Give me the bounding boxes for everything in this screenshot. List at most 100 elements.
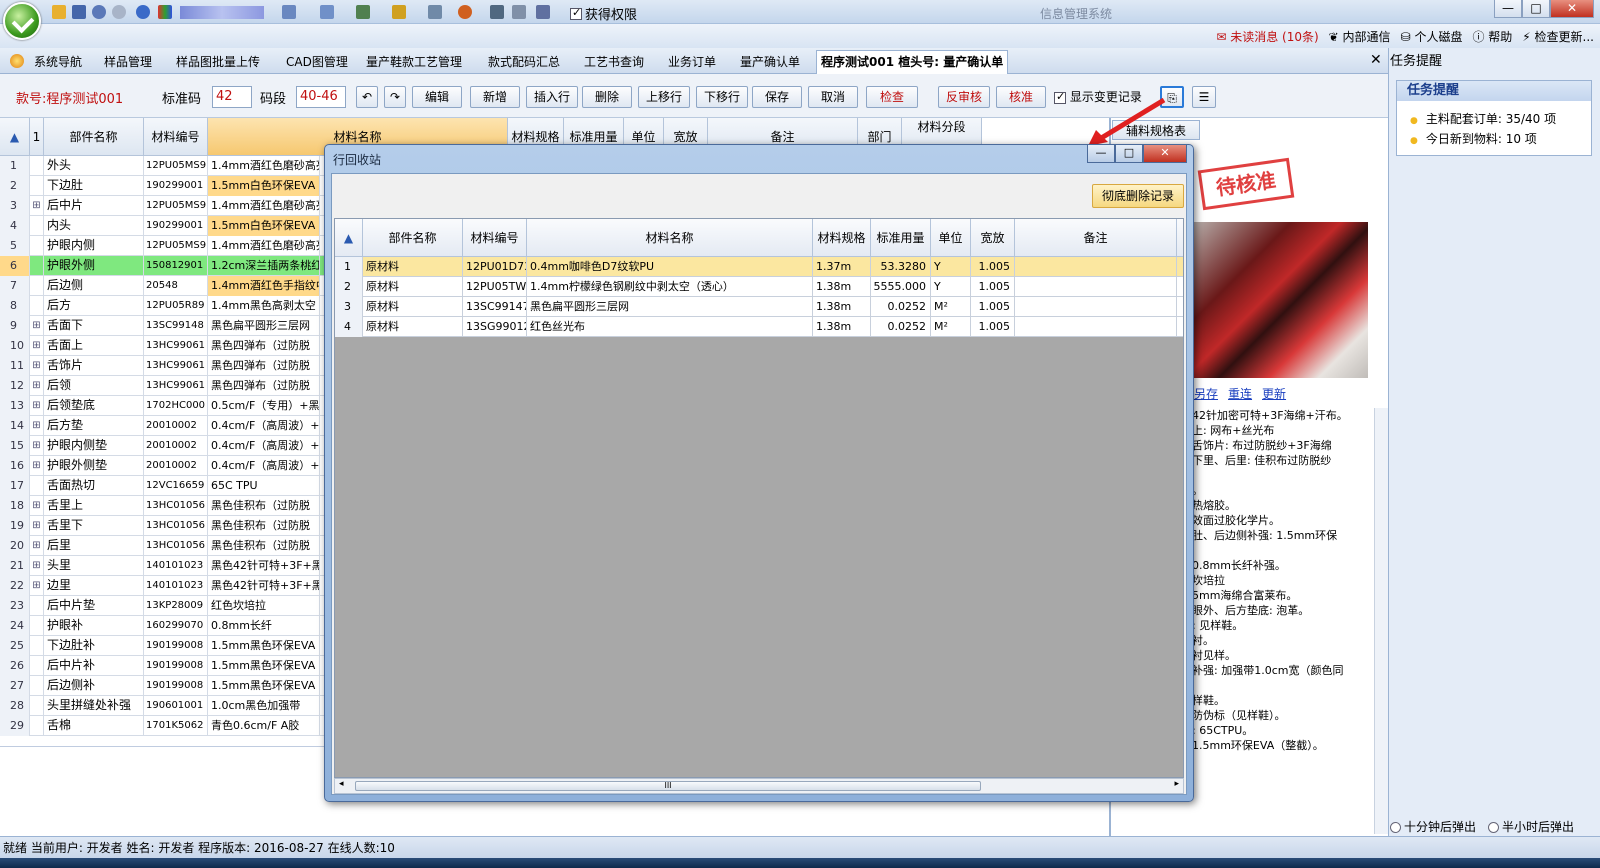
material-name-cell[interactable]: 黑色四弹布（过防脱	[208, 356, 320, 376]
tab-size-summary[interactable]: 款式配码汇总	[484, 51, 564, 73]
part-name-cell[interactable]: 下边肚补	[44, 636, 144, 656]
dlg-material-header[interactable]: 材料名称	[527, 219, 813, 257]
tab-cad[interactable]: CAD图管理	[282, 51, 352, 73]
refresh-link[interactable]: 更新	[1262, 385, 1286, 402]
standard-size-input[interactable]: 42	[212, 86, 252, 108]
spec-cell[interactable]: 1.38m	[813, 317, 871, 337]
personal-disk-link[interactable]: ⛁ 个人磁盘	[1401, 28, 1463, 45]
part-name-cell[interactable]: 护眼内侧	[44, 236, 144, 256]
select-all-header[interactable]: ▲	[0, 118, 30, 156]
expand-icon[interactable]	[30, 656, 44, 676]
task-box-title[interactable]: 任务提醒	[1397, 81, 1591, 101]
expand-icon[interactable]	[30, 476, 44, 496]
dlg-code-header[interactable]: 材料编号	[463, 219, 527, 257]
part-name-cell[interactable]: 后里	[44, 536, 144, 556]
material-name-cell[interactable]: 1.5mm黑色环保EVA	[208, 676, 320, 696]
material-name-cell[interactable]: 1.5mm黑色环保EVA	[208, 656, 320, 676]
expand-icon[interactable]	[30, 636, 44, 656]
move-down-button[interactable]: 下移行	[696, 86, 748, 108]
popup-10min-option[interactable]: 十分钟后弹出	[1390, 818, 1476, 835]
permission-checkbox[interactable]	[570, 6, 582, 20]
material-code-cell[interactable]: 190199008	[144, 656, 208, 676]
material-name-cell[interactable]: 0.8mm长纤	[208, 616, 320, 636]
row-number[interactable]: 24	[0, 616, 30, 636]
row-number[interactable]: 5	[0, 236, 30, 256]
material-name-cell[interactable]: 1.5mm白色环保EVA	[208, 216, 320, 236]
approve-button[interactable]: 核准	[996, 86, 1046, 108]
row-number[interactable]: 23	[0, 596, 30, 616]
scroll-right-icon[interactable]: ▸	[1174, 779, 1179, 789]
radio-30min[interactable]	[1488, 822, 1500, 833]
row-number[interactable]: 4	[0, 216, 30, 236]
dlg-allowance-header[interactable]: 宽放	[971, 219, 1015, 257]
material-code-cell[interactable]: 13HC01056	[144, 496, 208, 516]
material-code-cell[interactable]: 1701K5062	[144, 716, 208, 736]
material-code-cell[interactable]: 13SG99012	[463, 317, 527, 337]
unit-cell[interactable]: Y	[931, 277, 971, 297]
row-number[interactable]: 27	[0, 676, 30, 696]
expand-icon[interactable]: ⊞	[30, 556, 44, 576]
apps-icon[interactable]	[158, 5, 172, 19]
tab-batch-upload[interactable]: 样品图批量上传	[172, 51, 264, 73]
internal-comm-link[interactable]: ❦ 内部通信	[1329, 28, 1391, 45]
save-icon[interactable]	[72, 5, 86, 19]
scroll-thumb[interactable]: III	[355, 781, 981, 791]
show-changes-checkbox[interactable]	[1054, 90, 1066, 104]
expand-icon[interactable]: ⊞	[30, 336, 44, 356]
row-number[interactable]: 20	[0, 536, 30, 556]
calculator-icon[interactable]	[490, 5, 504, 19]
tab-program-test[interactable]: 程序测试001 楦头号: 量产确认单	[816, 50, 1009, 74]
tab-system-nav[interactable]: 系统导航	[30, 51, 86, 73]
expand-icon[interactable]: ⊞	[30, 416, 44, 436]
material-code-cell[interactable]: 20010002	[144, 416, 208, 436]
row-number[interactable]: 25	[0, 636, 30, 656]
expand-icon[interactable]	[30, 216, 44, 236]
allowance-cell[interactable]: 1.005	[971, 257, 1015, 277]
purge-records-button[interactable]: 彻底删除记录	[1092, 184, 1184, 208]
part-name-cell[interactable]: 护眼内侧垫	[44, 436, 144, 456]
row-number[interactable]: 18	[0, 496, 30, 516]
material-code-cell[interactable]: 12PU05TW9	[463, 277, 527, 297]
row-number[interactable]: 26	[0, 656, 30, 676]
material-name-cell[interactable]: 黑色42针可特+3F+黑	[208, 556, 320, 576]
spec-cell[interactable]: 1.37m	[813, 257, 871, 277]
row-number[interactable]: 12	[0, 376, 30, 396]
material-name-cell[interactable]: 1.5mm黑色环保EVA	[208, 636, 320, 656]
expand-icon[interactable]	[30, 676, 44, 696]
spec-cell[interactable]: 1.38m	[813, 277, 871, 297]
material-code-cell[interactable]: 160299070	[144, 616, 208, 636]
table-row[interactable]: 4 原材料 13SG99012 红色丝光布 1.38m 0.0252 M² 1.005	[335, 317, 1183, 337]
expand-icon[interactable]	[30, 176, 44, 196]
expand-icon[interactable]	[30, 296, 44, 316]
remark-cell[interactable]	[1015, 277, 1177, 297]
part-name-cell[interactable]: 舌棉	[44, 716, 144, 736]
material-name-cell[interactable]: 红色坎培拉	[208, 596, 320, 616]
remark-cell[interactable]	[1015, 297, 1177, 317]
expand-icon[interactable]: ⊞	[30, 356, 44, 376]
expand-icon[interactable]: ⊞	[30, 456, 44, 476]
material-name-cell[interactable]: 黑色佳积布（过防脱	[208, 536, 320, 556]
report-icon[interactable]	[536, 5, 550, 19]
spec-cell[interactable]: 1.38m	[813, 297, 871, 317]
expand-icon[interactable]	[30, 256, 44, 276]
row-number[interactable]: 22	[0, 576, 30, 596]
material-code-cell[interactable]: 13SC99147	[463, 297, 527, 317]
part-name-cell[interactable]: 下边肚	[44, 176, 144, 196]
part-name-cell[interactable]: 后方	[44, 296, 144, 316]
table-row[interactable]: 3 原材料 13SC99147 黑色扁平圆形三层网 1.38m 0.0252 M² 1.005	[335, 297, 1183, 317]
dlg-remark-header[interactable]: 备注	[1015, 219, 1177, 257]
level-header[interactable]: 1	[30, 118, 44, 156]
task-item-materials[interactable]: 今日新到物料: 10 项	[1410, 130, 1537, 147]
allowance-cell[interactable]: 1.005	[971, 317, 1015, 337]
cancel-button[interactable]: 取消	[808, 86, 858, 108]
reconnect-link[interactable]: 重连	[1228, 385, 1252, 402]
part-name-cell[interactable]: 舌里上	[44, 496, 144, 516]
material-name-cell[interactable]: 黑色扁平圆形三层网	[208, 316, 320, 336]
dlg-std-header[interactable]: 标准用量	[871, 219, 931, 257]
tab-sample-mgmt[interactable]: 样品管理	[100, 51, 156, 73]
remark-cell[interactable]	[1015, 317, 1177, 337]
row-number[interactable]: 15	[0, 436, 30, 456]
row-number[interactable]: 2	[0, 176, 30, 196]
save-button[interactable]: 保存	[752, 86, 802, 108]
help-link[interactable]: ⓘ 帮助	[1472, 28, 1512, 45]
